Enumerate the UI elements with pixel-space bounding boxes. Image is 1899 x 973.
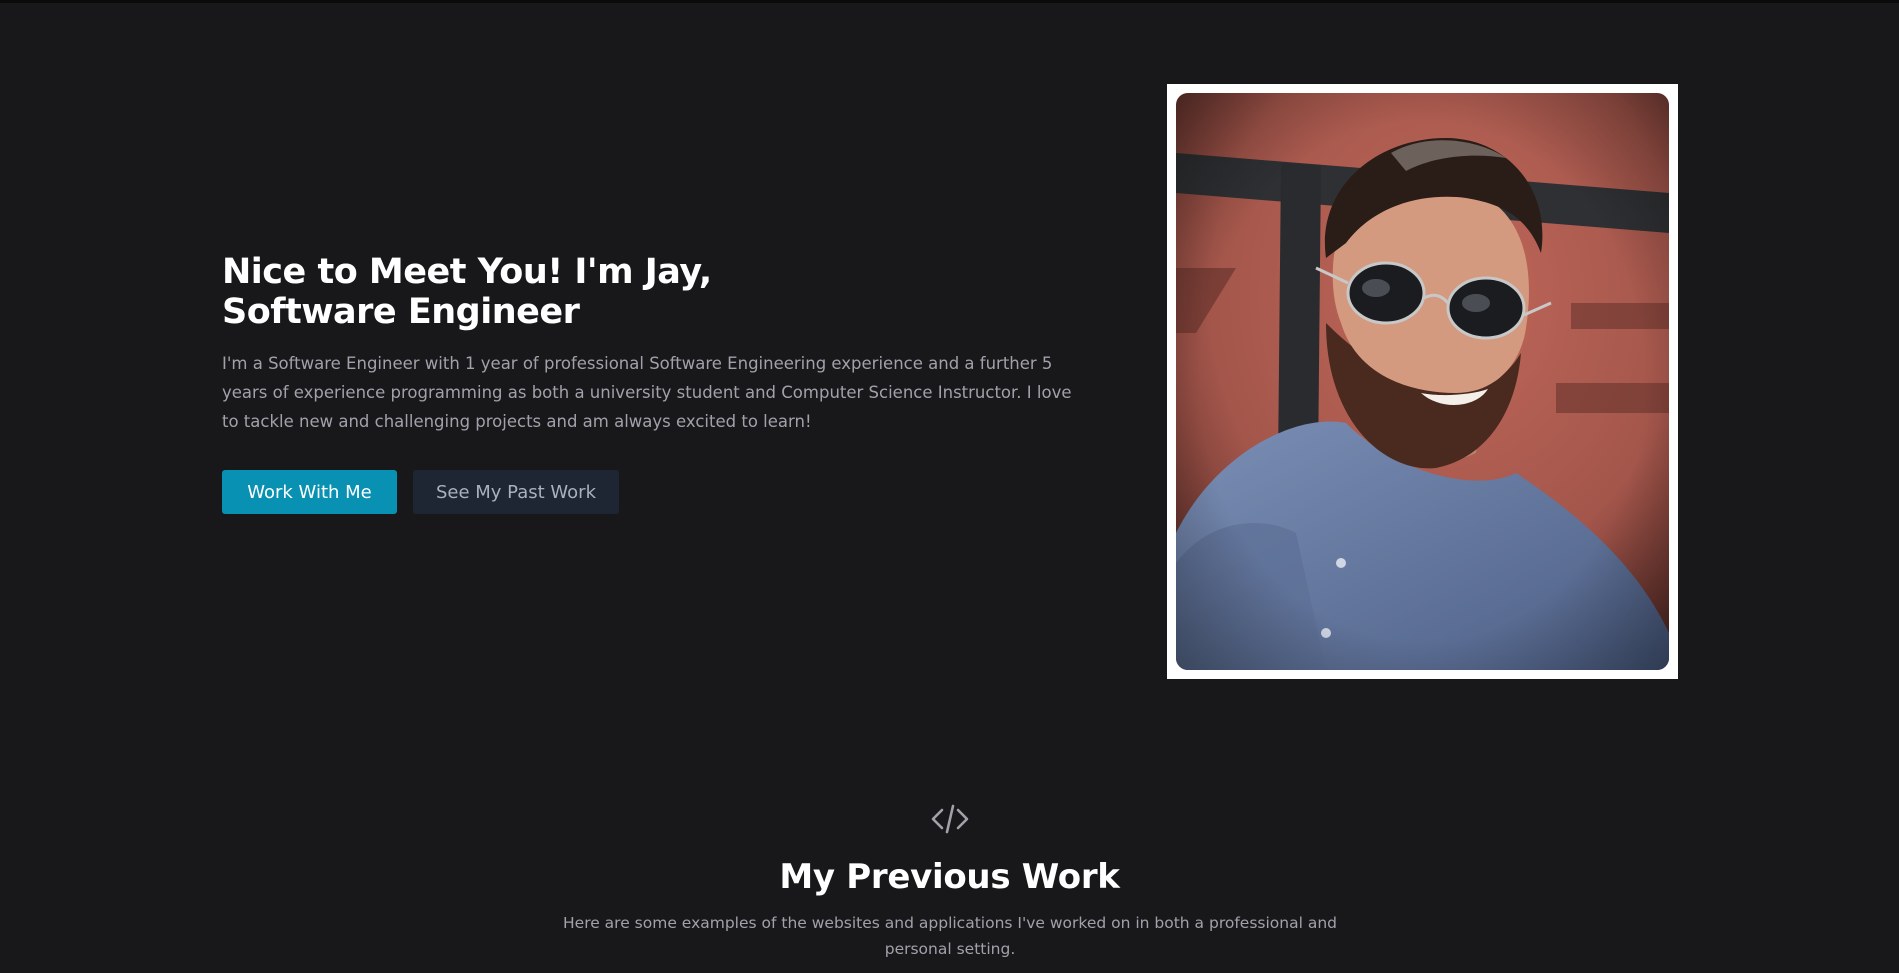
- hero-title-line-2: Software Engineer: [222, 292, 580, 332]
- see-past-work-button[interactable]: See My Past Work: [413, 470, 619, 514]
- previous-work-title: My Previous Work: [779, 857, 1120, 897]
- code-icon: [930, 803, 970, 835]
- portrait-frame: [1167, 84, 1678, 679]
- hero-title: Nice to Meet You! I'm Jay, Software Engi…: [222, 252, 1072, 332]
- profile-photo: [1176, 93, 1669, 670]
- previous-work-description: Here are some examples of the websites a…: [563, 914, 1337, 958]
- page: Nice to Meet You! I'm Jay, Software Engi…: [0, 0, 1899, 973]
- hero-description: I'm a Software Engineer with 1 year of p…: [222, 354, 1072, 431]
- hero-buttons: Work With Me See My Past Work: [222, 470, 1072, 514]
- top-bar: [0, 0, 1899, 3]
- work-with-me-button[interactable]: Work With Me: [222, 470, 397, 514]
- hero-title-line-1: Nice to Meet You! I'm Jay,: [222, 252, 712, 292]
- hero-section: Nice to Meet You! I'm Jay, Software Engi…: [222, 252, 1072, 514]
